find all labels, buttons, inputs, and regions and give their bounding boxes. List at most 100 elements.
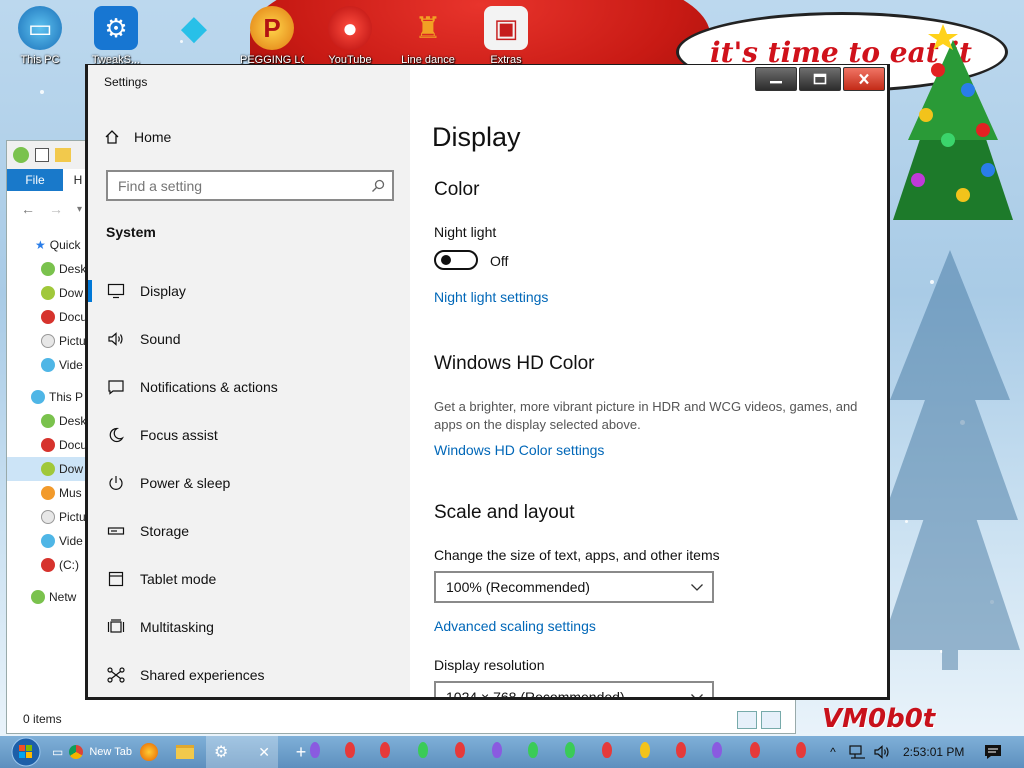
chevron-up-icon: ^ [830, 745, 836, 759]
file-tab[interactable]: File [7, 169, 63, 191]
tree-item[interactable]: Dow [7, 457, 87, 481]
hd-color-settings-link[interactable]: Windows HD Color settings [434, 442, 604, 458]
status-bar: 0 items [7, 705, 795, 733]
desktop-icon-tweaks[interactable]: ⚙ TweakS... [84, 6, 148, 64]
ornament-icon [41, 358, 55, 372]
angry-bird-icon: ● [328, 6, 372, 50]
maximize-button[interactable] [799, 67, 841, 91]
new-tab-button[interactable]: + [290, 736, 312, 768]
christmas-tree-icon [893, 24, 1013, 220]
nav-item-storage[interactable]: Storage [88, 511, 410, 551]
gear-icon: ⚙ [214, 744, 229, 761]
maximize-icon [813, 73, 827, 85]
back-arrow-icon[interactable]: ← [21, 201, 35, 217]
settings-taskbar-button[interactable]: ⚙ ✕ [206, 736, 278, 768]
light-bulb-decoration [565, 742, 575, 758]
nav-item-tablet-mode[interactable]: Tablet mode [88, 559, 410, 599]
chrome-icon [69, 745, 84, 759]
action-center-icon [985, 745, 1001, 759]
ornament-icon [41, 558, 55, 572]
view-buttons [737, 711, 781, 729]
desktop-icon-pegging[interactable]: P PEGGING LOL [240, 6, 304, 64]
light-bulb-decoration [345, 742, 355, 758]
package-icon: ▣ [484, 6, 528, 50]
home-link[interactable]: Home [104, 129, 171, 145]
moon-icon [106, 425, 126, 445]
show-hidden-icons-button[interactable]: ^ [826, 736, 840, 768]
toggle-knob [441, 255, 451, 265]
search-settings-box[interactable] [106, 170, 394, 201]
desktop-icon-line-dance[interactable]: ♜ Line dance [396, 6, 460, 65]
search-icon[interactable] [370, 178, 386, 194]
resolution-selected-value: 1024 × 768 (Recommended) [446, 689, 625, 697]
nav-item-power-sleep[interactable]: Power & sleep [88, 463, 410, 503]
diamond-icon: ◆ [180, 9, 208, 47]
close-icon [859, 73, 869, 85]
nav-item-sound[interactable]: Sound [88, 319, 410, 359]
nav-item-shared-experiences[interactable]: Shared experiences [88, 655, 410, 695]
file-explorer-button[interactable] [172, 736, 198, 768]
volume-icon [874, 745, 889, 759]
network-icon [849, 745, 865, 759]
minimize-icon [770, 81, 782, 84]
night-light-settings-link[interactable]: Night light settings [434, 289, 548, 305]
ornament-icon [41, 486, 55, 500]
forward-arrow-icon[interactable]: → [49, 201, 63, 217]
advanced-scaling-link[interactable]: Advanced scaling settings [434, 618, 596, 634]
computer-icon: ▭ [18, 6, 62, 50]
scale-layout-heading: Scale and layout [434, 502, 575, 523]
ornament-icon [41, 414, 55, 428]
storage-icon [106, 521, 126, 541]
details-view-icon[interactable] [737, 711, 757, 729]
resolution-label: Display resolution [434, 657, 545, 673]
clock[interactable]: 2:53:01 PM [903, 745, 964, 759]
search-input[interactable] [118, 177, 358, 194]
windows-logo-icon [11, 737, 41, 767]
plus-icon: + [295, 741, 307, 762]
volume-button[interactable] [872, 736, 892, 768]
action-center-button[interactable] [978, 736, 1008, 768]
light-bulb-decoration [528, 742, 538, 758]
light-bulb-decoration [796, 742, 806, 758]
minimize-button[interactable] [755, 67, 797, 91]
resolution-dropdown[interactable]: 1024 × 768 (Recommended) [434, 681, 714, 697]
night-light-toggle[interactable] [434, 250, 478, 270]
ornament-icon [41, 286, 55, 300]
close-button[interactable] [843, 67, 885, 91]
large-icons-view-icon[interactable] [761, 711, 781, 729]
scale-dropdown[interactable]: 100% (Recommended) [434, 571, 714, 603]
task-view-icon: ▭ [52, 745, 64, 759]
desktop-icon-youtube[interactable]: ● YouTube [318, 6, 382, 64]
star-icon: ★ [35, 238, 46, 252]
network-button[interactable] [848, 736, 868, 768]
desktop-icon-this-pc[interactable]: ▭ This PC [8, 6, 72, 66]
properties-icon[interactable] [35, 148, 49, 162]
light-bulb-decoration [750, 742, 760, 758]
taskbar-new-tab[interactable]: ▭ New Tab [52, 736, 132, 768]
page-title: Display [432, 122, 521, 152]
desktop-icon-gem[interactable]: ◆ [162, 6, 226, 64]
light-bulb-decoration [640, 742, 650, 758]
firefox-button[interactable] [136, 736, 162, 768]
ornament-icon [41, 462, 55, 476]
chevron-down-icon[interactable]: ▾ [77, 204, 82, 215]
ornament-icon [31, 390, 45, 404]
shared-icon [106, 665, 126, 685]
home-icon [105, 130, 119, 144]
nav-item-focus-assist[interactable]: Focus assist [88, 415, 410, 455]
close-tab-icon[interactable]: ✕ [258, 744, 270, 761]
hd-color-heading: Windows HD Color [434, 353, 595, 374]
folder-icon[interactable] [55, 148, 71, 162]
nav-item-display[interactable]: Display [88, 271, 410, 311]
ornament-icon [41, 510, 55, 524]
nav-item-notifications[interactable]: Notifications & actions [88, 367, 410, 407]
settings-window[interactable]: Settings Home System Display Sound Notif… [85, 64, 890, 700]
start-button[interactable] [6, 736, 46, 768]
light-bulb-decoration [602, 742, 612, 758]
desktop-icon-extras[interactable]: ▣ Extras [474, 6, 538, 64]
background-tree [880, 250, 1020, 670]
nav-item-multitasking[interactable]: Multitasking [88, 607, 410, 647]
ornament-icon [41, 534, 55, 548]
chevron-down-icon [691, 694, 703, 697]
settings-nav-pane: Settings Home System Display Sound Notif… [88, 65, 410, 697]
